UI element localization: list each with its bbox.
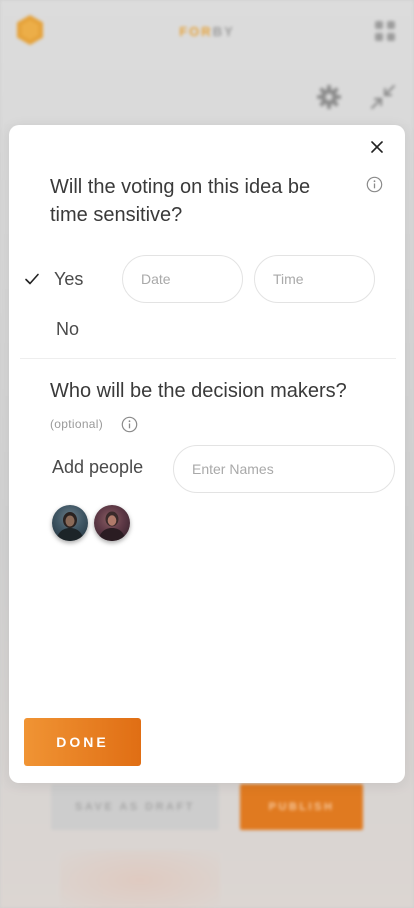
- person-avatar-icon: [56, 512, 84, 541]
- background-glow: [60, 850, 220, 908]
- date-input[interactable]: [122, 255, 243, 303]
- brand-wordmark: FORBY: [0, 24, 414, 39]
- enter-names-input[interactable]: [173, 445, 395, 493]
- avatar[interactable]: [52, 505, 88, 541]
- option-yes-label: Yes: [54, 268, 84, 289]
- add-people-label: Add people: [52, 457, 144, 477]
- optional-label: (optional): [50, 417, 104, 431]
- check-icon: [25, 273, 39, 285]
- time-input[interactable]: [254, 255, 375, 303]
- brand-rest: BY: [212, 24, 235, 39]
- gear-icon: [317, 85, 341, 109]
- done-button[interactable]: DONE: [24, 718, 141, 766]
- avatar[interactable]: [94, 505, 130, 541]
- option-no-label: No: [56, 318, 80, 339]
- decision-settings-modal: Will the voting on this idea be time sen…: [9, 125, 405, 783]
- publish-button: PUBLISH: [240, 784, 363, 830]
- close-button[interactable]: [367, 137, 387, 157]
- person-avatar-icon: [98, 511, 126, 541]
- grid-icon: [375, 21, 395, 41]
- option-yes[interactable]: Yes: [24, 267, 83, 291]
- info-icon[interactable]: [366, 176, 383, 193]
- option-no[interactable]: No: [56, 317, 79, 341]
- decision-makers-question: Who will be the decision makers?: [50, 380, 347, 402]
- save-as-draft-button: SAVE AS DRAFT: [51, 784, 219, 830]
- section-divider: [20, 358, 396, 359]
- collapse-icon: [370, 84, 396, 110]
- brand-accent: FOR: [179, 24, 213, 39]
- time-sensitive-question: Will the voting on this idea be time sen…: [50, 176, 311, 226]
- info-icon[interactable]: [121, 416, 138, 433]
- close-icon: [371, 141, 383, 153]
